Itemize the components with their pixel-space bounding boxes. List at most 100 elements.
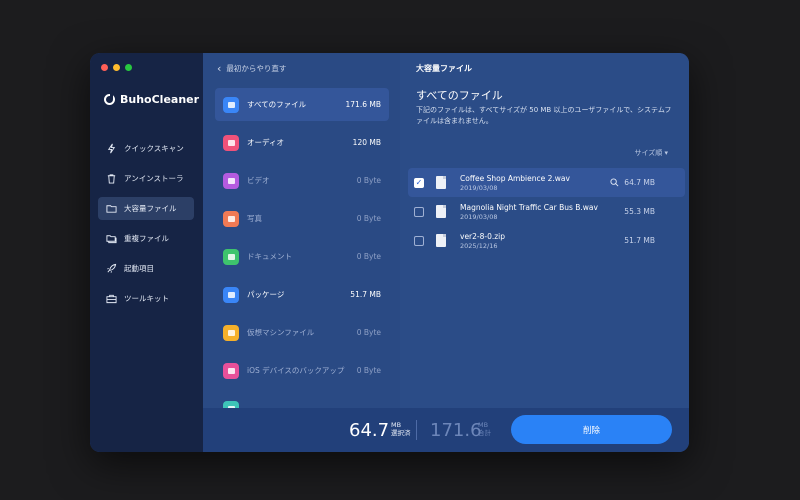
sidebar-item-label: クイックスキャン: [124, 144, 184, 153]
file-date: 2025/12/16: [460, 241, 498, 250]
toolbox-icon: [106, 293, 117, 304]
category-photos[interactable]: 写真 0 Byte: [215, 202, 389, 235]
file-row[interactable]: ✓ Coffee Shop Ambience 2.wav 2019/03/08 …: [408, 168, 685, 197]
trash-icon: [106, 173, 117, 184]
file-date: 2019/03/08: [460, 212, 498, 221]
app-logo: BuhoCleaner: [104, 93, 199, 106]
sidebar: BuhoCleaner クイックスキャン アンインストーラ 大容量ファイル 重複…: [90, 53, 203, 452]
sidebar-item-label: アンインストーラ: [124, 174, 184, 183]
virtual-machine-icon: [223, 324, 239, 341]
category-video[interactable]: ビデオ 0 Byte: [215, 164, 389, 197]
category-size: 51.7 MB: [350, 290, 381, 299]
sidebar-item-large-files[interactable]: 大容量ファイル: [98, 197, 194, 220]
sidebar-item-label: 重複ファイル: [124, 234, 169, 243]
duplicate-folder-icon: [106, 233, 117, 244]
category-label: ドキュメント: [247, 252, 292, 261]
app-window: BuhoCleaner クイックスキャン アンインストーラ 大容量ファイル 重複…: [90, 53, 689, 452]
category-size: 0 Byte: [356, 214, 381, 223]
selected-label: 選択済: [391, 429, 411, 437]
total-size-unit: MB 合計: [478, 421, 491, 437]
category-size: 0 Byte: [356, 366, 381, 375]
sidebar-nav: クイックスキャン アンインストーラ 大容量ファイル 重複ファイル 起動項目 ツー…: [98, 137, 194, 317]
selected-unit: MB: [391, 421, 402, 429]
category-panel: ‹ 最初からやり直す すべてのファイル 171.6 MB オーディオ 120 M…: [203, 53, 400, 417]
category-size: 0 Byte: [356, 252, 381, 261]
search-icon[interactable]: [610, 178, 619, 187]
category-label: オーディオ: [247, 138, 284, 147]
file-list: ✓ Coffee Shop Ambience 2.wav 2019/03/08 …: [408, 168, 685, 255]
audio-icon: [223, 134, 239, 151]
category-label: iOS デバイスのバックアップ: [247, 366, 345, 375]
file-info: Coffee Shop Ambience 2.wav 2019/03/08: [460, 174, 570, 192]
file-size: 55.3 MB: [624, 207, 655, 216]
folder-icon: [106, 203, 117, 214]
category-label: 仮想マシンファイル: [247, 328, 315, 337]
sidebar-item-duplicates[interactable]: 重複ファイル: [98, 227, 194, 250]
logo-icon: [104, 93, 115, 105]
category-size: 0 Byte: [356, 328, 381, 337]
ios-backup-icon: [223, 362, 239, 379]
lightning-icon: [106, 143, 117, 154]
photo-icon: [223, 210, 239, 227]
delete-button[interactable]: 削除: [511, 415, 672, 444]
app-name: BuhoCleaner: [120, 93, 200, 106]
document-icon: [223, 248, 239, 265]
category-label: 写真: [247, 214, 262, 223]
sidebar-item-label: 大容量ファイル: [124, 204, 177, 213]
sort-dropdown[interactable]: サイズ順 ▾: [634, 148, 668, 158]
category-label: ビデオ: [247, 176, 270, 185]
sidebar-item-label: ツールキット: [124, 294, 169, 303]
sidebar-item-quick-scan[interactable]: クイックスキャン: [98, 137, 194, 160]
category-label: すべてのファイル: [247, 100, 307, 109]
category-virtual-machines[interactable]: 仮想マシンファイル 0 Byte: [215, 316, 389, 349]
file-row[interactable]: ver2-8-0.zip 2025/12/16 51.7 MB: [408, 226, 685, 255]
file-checkbox[interactable]: [414, 235, 424, 246]
rocket-icon: [106, 263, 117, 274]
close-window-button[interactable]: [101, 64, 108, 71]
page-title: 大容量ファイル: [416, 64, 472, 73]
minimize-window-button[interactable]: [113, 64, 120, 71]
file-date: 2019/03/08: [460, 183, 498, 192]
divider: [416, 420, 417, 440]
footer-bar: 64.7 MB 選択済 171.6 MB 合計 削除: [203, 408, 689, 452]
file-row[interactable]: Magnolia Night Traffic Car Bus B.wav 201…: [408, 197, 685, 226]
file-panel: 大容量ファイル すべてのファイル 下記のファイルは、すべてサイズが 50 MB …: [400, 53, 689, 408]
total-unit: MB: [478, 421, 489, 429]
category-size: 171.6 MB: [345, 100, 381, 109]
file-checkbox[interactable]: [414, 206, 424, 217]
file-size: 51.7 MB: [624, 236, 655, 245]
category-documents[interactable]: ドキュメント 0 Byte: [215, 240, 389, 273]
category-packages[interactable]: パッケージ 51.7 MB: [215, 278, 389, 311]
sidebar-item-startup[interactable]: 起動項目: [98, 257, 194, 280]
zoom-window-button[interactable]: [125, 64, 132, 71]
file-info: ver2-8-0.zip 2025/12/16: [460, 232, 505, 250]
file-checkbox[interactable]: ✓: [414, 177, 424, 188]
section-description: 下記のファイルは、すべてサイズが 50 MB 以上のユーザファイルで、システムフ…: [416, 106, 672, 125]
package-icon: [223, 286, 239, 303]
chevron-left-icon: ‹: [217, 62, 222, 75]
sidebar-item-uninstaller[interactable]: アンインストーラ: [98, 167, 194, 190]
sidebar-item-label: 起動項目: [124, 264, 154, 273]
start-over-link[interactable]: ‹ 最初からやり直す: [217, 63, 286, 74]
all-files-icon: [223, 96, 239, 113]
category-audio[interactable]: オーディオ 120 MB: [215, 126, 389, 159]
category-size: 0 Byte: [356, 176, 381, 185]
section-title: すべてのファイル: [416, 89, 503, 102]
total-label: 合計: [478, 429, 491, 437]
file-info: Magnolia Night Traffic Car Bus B.wav 201…: [460, 203, 598, 221]
sidebar-item-toolkit[interactable]: ツールキット: [98, 287, 194, 310]
window-controls: [101, 64, 132, 71]
file-name: Coffee Shop Ambience 2.wav: [460, 173, 570, 183]
file-icon: [436, 176, 446, 189]
file-name: ver2-8-0.zip: [460, 231, 506, 241]
category-size: 120 MB: [352, 138, 381, 147]
file-size: 64.7 MB: [624, 178, 655, 187]
selected-size-unit: MB 選択済: [391, 421, 411, 437]
category-all-files[interactable]: すべてのファイル 171.6 MB: [215, 88, 389, 121]
category-ios-backups[interactable]: iOS デバイスのバックアップ 0 Byte: [215, 354, 389, 387]
video-icon: [223, 172, 239, 189]
total-size-value: 171.6: [430, 420, 482, 441]
file-icon: [436, 234, 446, 247]
file-name: Magnolia Night Traffic Car Bus B.wav: [460, 202, 598, 212]
file-icon: [436, 205, 446, 218]
